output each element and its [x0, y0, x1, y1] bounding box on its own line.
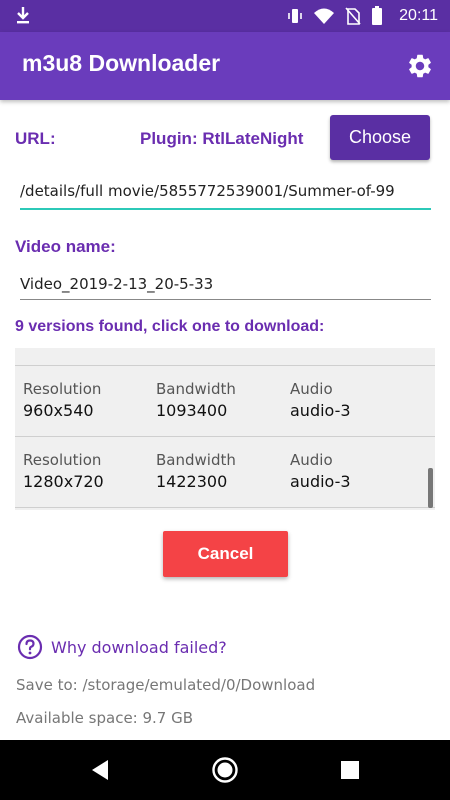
versions-scrollbar[interactable] — [428, 468, 433, 508]
versions-list[interactable]: Resolution 960x540 Bandwidth 1093400 Aud… — [15, 348, 435, 510]
save-to-text: Save to: /storage/emulated/0/Download — [16, 676, 316, 694]
audio-cell: Audio audio-3 — [290, 380, 351, 420]
video-name-input[interactable]: Video_2019-2-13_20-5-33 — [20, 272, 431, 300]
vibrate-icon — [288, 9, 302, 23]
status-left-icons — [14, 5, 32, 29]
bandwidth-cell: Bandwidth 1422300 — [156, 451, 236, 491]
gear-icon[interactable] — [406, 52, 434, 80]
url-input[interactable]: /details/full movie/5855772539001/Summer… — [20, 180, 431, 210]
bandwidth-cell: Bandwidth 1093400 — [156, 380, 236, 420]
help-row[interactable]: Why download failed? — [17, 634, 227, 660]
app-title: m3u8 Downloader — [22, 50, 221, 76]
home-icon[interactable] — [211, 756, 239, 784]
bandwidth-value: 1422300 — [156, 472, 228, 491]
why-download-failed-link[interactable]: Why download failed? — [51, 638, 227, 657]
resolution-cell: Resolution 960x540 — [23, 380, 101, 420]
status-time: 20:11 — [399, 7, 438, 24]
audio-label: Audio — [290, 451, 333, 469]
audio-value: audio-3 — [290, 472, 351, 491]
url-label: URL: — [15, 129, 56, 148]
resolution-value: 1280x720 — [23, 472, 104, 491]
status-bar: 20:11 — [0, 0, 450, 32]
no-sim-icon — [345, 7, 361, 25]
back-icon[interactable] — [88, 758, 112, 782]
navigation-bar — [0, 740, 450, 800]
bandwidth-value: 1093400 — [156, 401, 228, 420]
version-row[interactable]: Resolution 1280x720 Bandwidth 1422300 Au… — [15, 438, 435, 508]
audio-cell: Audio audio-3 — [290, 451, 351, 491]
download-notification-icon — [17, 7, 29, 24]
resolution-label: Resolution — [23, 451, 102, 469]
wifi-icon — [314, 8, 335, 24]
help-icon[interactable] — [17, 634, 43, 660]
resolution-value: 960x540 — [23, 401, 94, 420]
resolution-label: Resolution — [23, 380, 102, 398]
bandwidth-label: Bandwidth — [156, 380, 236, 398]
audio-label: Audio — [290, 380, 333, 398]
versions-header: 9 versions found, click one to download: — [15, 318, 325, 335]
resolution-cell: Resolution 1280x720 — [23, 451, 104, 491]
available-space-text: Available space: 9.7 GB — [16, 709, 194, 727]
version-row-partial[interactable] — [15, 348, 435, 366]
url-input-value: /details/full movie/5855772539001/Summer… — [20, 182, 395, 200]
app-bar: m3u8 Downloader — [0, 32, 450, 100]
version-row[interactable]: Resolution 960x540 Bandwidth 1093400 Aud… — [15, 367, 435, 437]
choose-button[interactable]: Choose — [330, 115, 430, 160]
battery-icon — [372, 6, 383, 25]
video-name-label: Video name: — [15, 237, 116, 256]
bandwidth-label: Bandwidth — [156, 451, 236, 469]
plugin-label: Plugin: RtlLateNight — [140, 129, 304, 148]
status-right-icons: 20:11 — [287, 0, 438, 32]
cancel-button[interactable]: Cancel — [163, 531, 288, 577]
audio-value: audio-3 — [290, 401, 351, 420]
recent-apps-icon[interactable] — [340, 760, 360, 780]
